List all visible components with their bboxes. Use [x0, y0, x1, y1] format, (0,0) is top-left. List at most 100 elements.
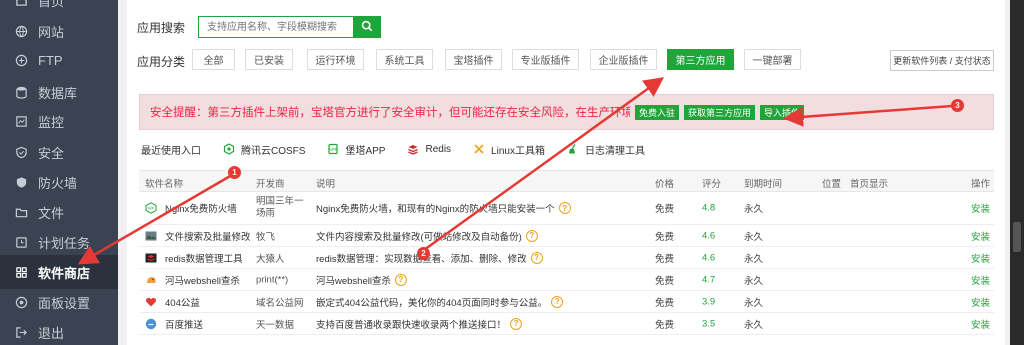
- app-price: 免费: [655, 319, 675, 331]
- category-all[interactable]: 全部: [192, 49, 235, 70]
- sidebar-item-label: 数据库: [38, 85, 78, 101]
- annotation-badge-3: 3: [951, 99, 964, 112]
- sidebar-item-monitor[interactable]: 监控: [0, 104, 118, 138]
- sidebar-item-security[interactable]: 安全: [0, 135, 118, 169]
- sidebar-item-files[interactable]: 文件: [0, 195, 118, 229]
- app-expire: 永久: [744, 319, 764, 331]
- app-price: 免费: [655, 297, 675, 309]
- search-input[interactable]: [198, 16, 354, 38]
- redis-tool-icon: [145, 252, 157, 264]
- help-icon[interactable]: ?: [525, 229, 538, 242]
- sidebar-item-firewall[interactable]: 防火墙: [0, 165, 118, 199]
- sidebar-item-label: 安全: [38, 145, 65, 161]
- category-bt-plugins[interactable]: 宝塔插件: [445, 49, 502, 70]
- help-icon[interactable]: ?: [558, 202, 571, 214]
- install-link[interactable]: 安装: [971, 229, 990, 243]
- help-icon[interactable]: ?: [551, 295, 564, 308]
- svg-text:APP: APP: [329, 147, 338, 152]
- sidebar-item-settings[interactable]: 面板设置: [0, 285, 118, 319]
- alert-text: 安全提醒：第三方插件上架前，宝塔官方进行了安全审计，但可能还存在安全风险，在生产…: [150, 107, 630, 119]
- app-developer: 牧飞: [256, 231, 276, 243]
- app-developer: 天一数据: [256, 319, 295, 331]
- app-desc: 嵌定式404公益代码，美化你的404页面同时参与公益。?: [316, 295, 564, 309]
- app-expire: 永久: [744, 231, 764, 243]
- app-desc: 河马webshell查杀?: [316, 273, 407, 287]
- import-plugin-button[interactable]: 导入插件: [760, 104, 805, 120]
- sidebar-item-cron[interactable]: 计划任务: [0, 225, 118, 259]
- recent-label: 最近使用入口: [141, 145, 201, 157]
- update-list-button[interactable]: 更新软件列表 / 支付状态: [890, 50, 994, 71]
- sidebar-item-label: 首页: [38, 0, 65, 9]
- security-alert: 安全提醒：第三方插件上架前，宝塔官方进行了安全审计，但可能还存在安全风险，在生产…: [139, 94, 994, 130]
- category-third-party[interactable]: 第三方应用: [667, 49, 734, 70]
- scrollbar[interactable]: [1010, 0, 1024, 345]
- sidebar-item-logout[interactable]: 退出: [0, 315, 118, 345]
- sidebar-item-ftp[interactable]: FTP: [0, 43, 118, 77]
- app-price: 免费: [655, 204, 675, 215]
- sidebar-item-store[interactable]: 软件商店: [0, 255, 118, 289]
- help-icon[interactable]: ?: [394, 273, 407, 286]
- category-installed[interactable]: 已安装: [245, 49, 293, 70]
- grid-icon: [15, 266, 28, 279]
- search-row: 应用搜索: [137, 16, 382, 38]
- recent-entries: 最近使用入口 腾讯云COSFS APP 堡塔APP Redis Linux工具箱…: [141, 141, 645, 157]
- app-name[interactable]: Nginx免费防火墙: [165, 201, 237, 215]
- settings-icon: [15, 296, 28, 309]
- install-link[interactable]: 安装: [971, 251, 990, 265]
- install-link[interactable]: 安装: [971, 273, 990, 287]
- sidebar-item-label: 软件商店: [38, 265, 91, 281]
- search-button[interactable]: [353, 16, 382, 38]
- shield-icon: [15, 146, 28, 159]
- ftp-icon: [15, 54, 28, 67]
- category-enterprise-plugins[interactable]: 企业版插件: [590, 49, 657, 70]
- app-name[interactable]: 河马webshell查杀: [165, 273, 240, 287]
- recent-item-linux-tools[interactable]: Linux工具箱: [473, 142, 545, 157]
- recent-item-app[interactable]: APP 堡塔APP: [327, 142, 385, 157]
- category-runtime[interactable]: 运行环境: [307, 49, 364, 70]
- recent-item-log-cleaner[interactable]: 日志清理工具: [567, 142, 645, 157]
- table-row: 河马webshell查杀 print(**) 河马webshell查杀? 免费 …: [139, 269, 994, 291]
- globe-icon: [15, 25, 28, 38]
- help-icon[interactable]: ?: [530, 251, 543, 264]
- app-score: 4.6: [702, 230, 716, 241]
- store-panel: 应用搜索 应用分类 全部 已安装 运行环境 系统工具 宝塔插件 专业版插件 企业…: [127, 0, 1005, 345]
- heart-icon: [145, 296, 157, 308]
- home-icon: [15, 0, 28, 7]
- app-name[interactable]: 文件搜索及批量修改: [165, 229, 251, 243]
- recent-item-redis[interactable]: Redis: [407, 143, 451, 155]
- recent-item-cosfs[interactable]: 腾讯云COSFS: [223, 142, 305, 157]
- app-score: 4.7: [702, 274, 716, 285]
- app-name[interactable]: 404公益: [165, 295, 200, 309]
- install-link[interactable]: 安装: [971, 317, 990, 331]
- app-name[interactable]: 百度推送: [165, 317, 203, 331]
- search-label: 应用搜索: [137, 20, 186, 35]
- category-system-tools[interactable]: 系统工具: [376, 49, 433, 70]
- app-developer: print(**): [256, 274, 289, 285]
- install-link[interactable]: 安装: [971, 201, 990, 215]
- sidebar-item-label: 防火墙: [38, 175, 78, 191]
- help-icon[interactable]: ?: [510, 317, 523, 330]
- category-one-click-deploy[interactable]: 一键部署: [744, 49, 801, 70]
- table-row: WF Nginx免费防火墙 明国三年一场雨 Nginx免费防火墙，和现有的Ngi…: [139, 192, 994, 225]
- scrollbar-thumb[interactable]: [1013, 222, 1021, 252]
- free-join-button[interactable]: 免费入驻: [635, 104, 680, 120]
- sidebar: 首页 网站 FTP 数据库 监控 安全 防火墙 文件 计划任务 软件商店 面板设…: [0, 0, 118, 345]
- app-name[interactable]: redis数据管理工具: [165, 251, 243, 265]
- app-desc-text: 支持百度普通收录跟快速收录两个推送接口！: [316, 319, 507, 331]
- app-expire: 永久: [744, 204, 764, 215]
- category-pro-plugins[interactable]: 专业版插件: [512, 49, 579, 70]
- app-price: 免费: [655, 231, 675, 243]
- app-developer: 明国三年一场雨: [256, 196, 304, 219]
- app-score: 3.5: [702, 318, 716, 329]
- install-link[interactable]: 安装: [971, 295, 990, 309]
- app-score: 4.6: [702, 252, 716, 263]
- app-expire: 永久: [744, 253, 764, 265]
- app-desc: 支持百度普通收录跟快速收录两个推送接口！?: [316, 317, 523, 331]
- header-desc: 说明: [316, 179, 336, 190]
- get-third-party-button[interactable]: 获取第三方应用: [684, 104, 756, 120]
- clock-icon: [15, 236, 28, 249]
- app-desc: Nginx免费防火墙，和现有的Nginx的防火墙只能安装一个?: [316, 201, 571, 215]
- svg-text:WF: WF: [148, 206, 155, 211]
- header-price: 价格: [655, 179, 675, 190]
- app-price: 免费: [655, 275, 675, 287]
